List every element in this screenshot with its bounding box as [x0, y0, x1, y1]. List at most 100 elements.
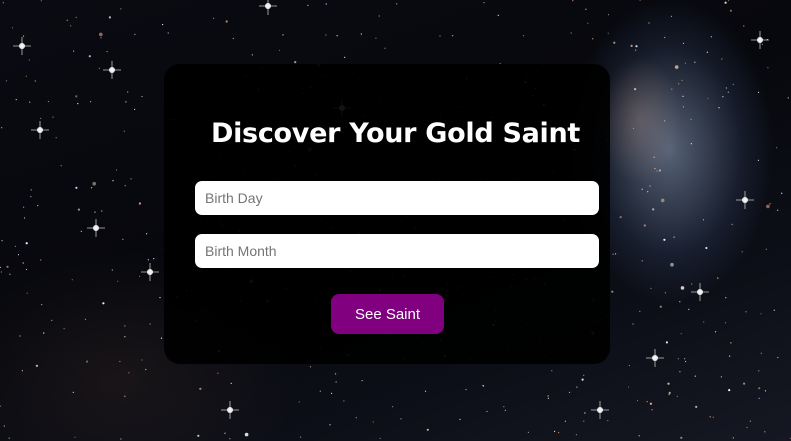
star — [715, 331, 717, 333]
star — [138, 202, 141, 205]
star — [360, 33, 362, 35]
star — [650, 287, 652, 289]
star — [673, 236, 675, 238]
star — [727, 91, 729, 93]
star — [25, 75, 27, 77]
star — [682, 42, 685, 44]
star — [141, 359, 143, 361]
star — [781, 192, 783, 194]
star — [452, 35, 454, 37]
star — [607, 420, 609, 422]
star — [120, 438, 122, 440]
star — [651, 409, 653, 411]
star — [63, 328, 65, 330]
star — [229, 438, 231, 440]
star — [98, 67, 100, 69]
star — [652, 208, 655, 211]
star — [721, 58, 723, 60]
star — [628, 364, 631, 367]
star — [677, 358, 679, 360]
star — [724, 1, 727, 4]
star — [607, 32, 609, 34]
star — [0, 266, 1, 268]
star — [251, 54, 253, 56]
star — [635, 45, 638, 48]
star — [676, 395, 678, 397]
star — [459, 418, 461, 420]
star — [162, 23, 164, 26]
bright-star — [591, 401, 609, 419]
star — [653, 156, 655, 158]
star — [710, 36, 712, 38]
star — [581, 378, 584, 381]
star — [724, 322, 727, 324]
star — [70, 25, 72, 27]
star — [213, 17, 215, 19]
star — [375, 37, 377, 39]
birth-month-input[interactable] — [195, 234, 599, 268]
star — [11, 27, 14, 29]
star — [29, 101, 31, 103]
star — [649, 402, 653, 405]
star — [656, 170, 658, 172]
star — [592, 38, 594, 40]
star — [335, 373, 337, 375]
star — [379, 437, 381, 439]
star — [746, 426, 748, 429]
star — [41, 304, 43, 306]
star — [122, 238, 124, 240]
star — [8, 437, 10, 439]
star — [127, 91, 129, 93]
star — [77, 103, 79, 105]
star — [35, 364, 39, 367]
star — [396, 3, 398, 5]
star — [587, 22, 589, 24]
star — [732, 83, 734, 85]
star — [664, 292, 667, 294]
star — [30, 196, 32, 198]
star — [615, 253, 617, 255]
star — [718, 107, 720, 109]
star — [319, 390, 321, 392]
star — [634, 88, 637, 91]
page-title: Discover Your Gold Saint — [210, 118, 581, 149]
star — [66, 19, 68, 21]
star — [30, 189, 32, 191]
star — [576, 386, 578, 388]
star — [760, 313, 762, 315]
star — [124, 325, 126, 327]
star — [663, 238, 666, 241]
star — [355, 417, 357, 419]
star — [90, 101, 92, 103]
bright-star — [103, 61, 121, 79]
star — [141, 95, 143, 98]
star — [702, 219, 705, 221]
star — [705, 246, 708, 250]
star — [300, 436, 302, 438]
star — [101, 210, 103, 212]
star — [613, 41, 616, 44]
star — [47, 100, 50, 103]
star — [767, 67, 769, 69]
star — [706, 51, 709, 53]
bright-star — [141, 263, 159, 281]
star — [639, 310, 641, 312]
star — [628, 386, 630, 388]
star — [758, 370, 760, 372]
star — [630, 44, 633, 48]
bright-star — [736, 191, 754, 209]
star — [335, 381, 337, 383]
star — [128, 372, 130, 374]
star — [124, 336, 126, 338]
birth-day-input[interactable] — [195, 181, 599, 215]
star — [25, 268, 28, 271]
star — [764, 390, 767, 392]
star — [670, 262, 674, 267]
star — [703, 321, 705, 323]
star — [761, 43, 764, 46]
star — [400, 418, 402, 420]
star — [664, 36, 666, 39]
star — [73, 50, 75, 52]
see-saint-button[interactable]: See Saint — [331, 294, 444, 334]
star — [727, 0, 730, 2]
